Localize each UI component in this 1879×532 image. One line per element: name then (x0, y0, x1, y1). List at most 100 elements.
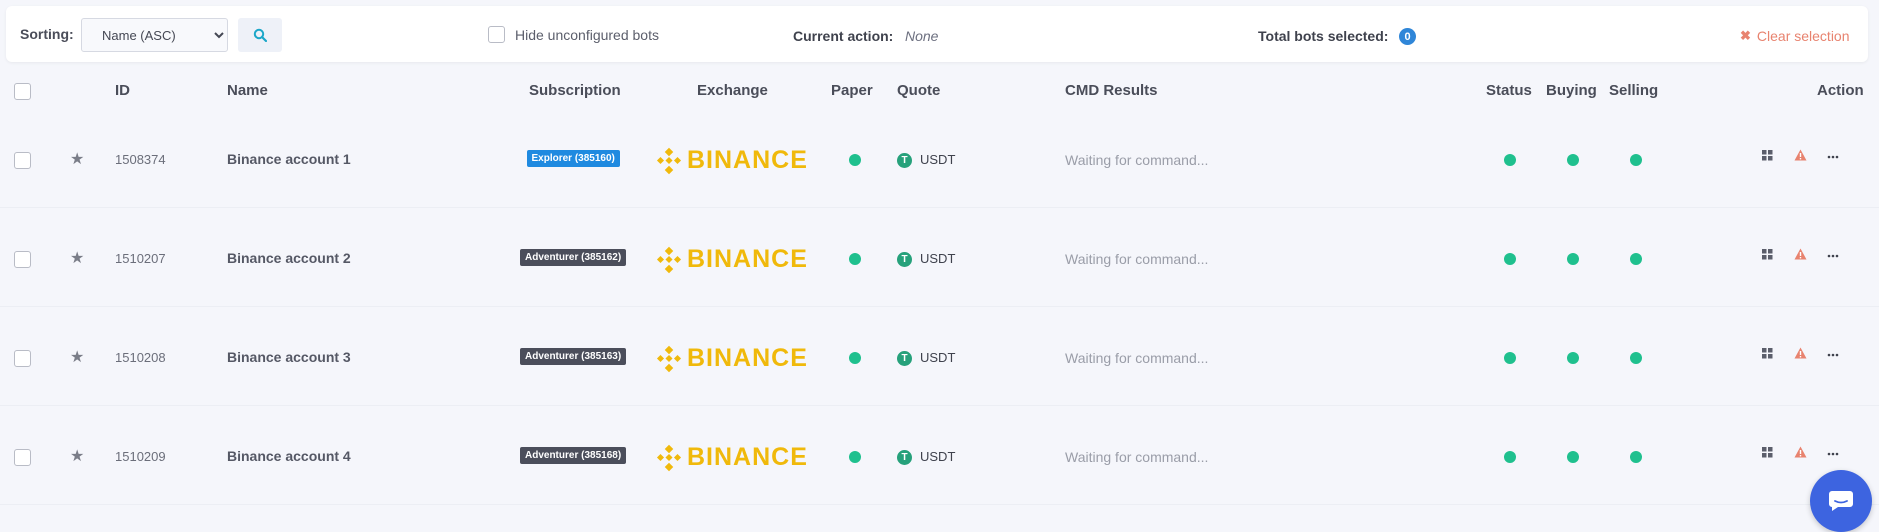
star-icon[interactable]: ★ (70, 446, 84, 466)
grid-icon[interactable] (1762, 150, 1773, 161)
warning-icon[interactable] (1794, 347, 1807, 359)
status-indicator (1504, 253, 1516, 265)
table-row[interactable]: ★ 1510208 Binance account 3 Adventurer (… (0, 308, 1879, 406)
quote-currency: USDT (920, 251, 956, 266)
selling-indicator (1630, 352, 1642, 364)
grid-icon[interactable] (1762, 249, 1773, 260)
paper-indicator (849, 154, 861, 166)
star-icon[interactable]: ★ (70, 347, 84, 367)
exchange-name: BINANCE (687, 443, 808, 471)
status-indicator (1504, 154, 1516, 166)
quote-currency: USDT (920, 152, 956, 167)
row-id: 1508374 (115, 152, 166, 167)
sorting-label: Sorting: (20, 26, 74, 42)
total-selected-label: Total bots selected: (1258, 28, 1389, 44)
cmd-result: Waiting for command... (1065, 350, 1209, 366)
select-all-checkbox[interactable] (14, 83, 31, 100)
selling-indicator (1630, 253, 1642, 265)
tether-icon: T (897, 252, 912, 267)
row-checkbox[interactable] (14, 449, 31, 466)
hide-unconfigured-toggle[interactable]: Hide unconfigured bots (488, 26, 659, 43)
column-header-buying[interactable]: Buying (1546, 82, 1597, 99)
column-header-id[interactable]: ID (115, 82, 130, 99)
warning-icon[interactable] (1794, 248, 1807, 260)
exchange-name: BINANCE (687, 344, 808, 372)
selling-indicator (1630, 451, 1642, 463)
binance-icon (656, 345, 682, 372)
buying-indicator (1567, 352, 1579, 364)
row-id: 1510208 (115, 350, 166, 365)
more-icon[interactable] (1827, 155, 1839, 159)
subscription-badge[interactable]: Adventurer (385162) (520, 249, 627, 266)
search-icon (253, 28, 267, 42)
buying-indicator (1567, 253, 1579, 265)
row-checkbox[interactable] (14, 350, 31, 367)
table-header: ID Name Subscription Exchange Paper Quot… (0, 82, 1879, 102)
tether-icon: T (897, 153, 912, 168)
table-row[interactable]: ★ 1508374 Binance account 1 Explorer (38… (0, 110, 1879, 208)
paper-indicator (849, 352, 861, 364)
current-action-value: None (905, 28, 939, 44)
star-icon[interactable]: ★ (70, 248, 84, 268)
column-header-action: Action (1817, 82, 1864, 99)
selling-indicator (1630, 154, 1642, 166)
row-id: 1510207 (115, 251, 166, 266)
binance-icon (656, 444, 682, 471)
cmd-result: Waiting for command... (1065, 152, 1209, 168)
more-icon[interactable] (1827, 254, 1839, 258)
column-header-cmd-results[interactable]: CMD Results (1065, 82, 1158, 99)
row-name[interactable]: Binance account 4 (227, 448, 351, 464)
cmd-result: Waiting for command... (1065, 251, 1209, 267)
cmd-result: Waiting for command... (1065, 449, 1209, 465)
column-header-exchange[interactable]: Exchange (697, 82, 768, 99)
subscription-badge[interactable]: Explorer (385160) (526, 150, 620, 167)
status-indicator (1504, 451, 1516, 463)
more-icon[interactable] (1827, 452, 1839, 456)
column-header-name[interactable]: Name (227, 82, 268, 99)
more-icon[interactable] (1827, 353, 1839, 357)
column-header-selling[interactable]: Selling (1609, 82, 1658, 99)
chat-button[interactable] (1810, 470, 1872, 532)
exchange-logo: BINANCE (655, 146, 808, 175)
current-action-label: Current action: (793, 28, 894, 44)
row-name[interactable]: Binance account 2 (227, 250, 351, 266)
row-checkbox[interactable] (14, 152, 31, 169)
clear-selection-label: Clear selection (1756, 28, 1850, 44)
close-icon: ✖ (1740, 28, 1751, 43)
clear-selection-button[interactable]: ✖ Clear selection (1740, 28, 1850, 44)
chat-icon (1829, 491, 1853, 511)
subscription-badge[interactable]: Adventurer (385168) (520, 447, 627, 464)
subscription-badge[interactable]: Adventurer (385163) (520, 348, 627, 365)
row-id: 1510209 (115, 449, 166, 464)
column-header-subscription[interactable]: Subscription (529, 82, 621, 99)
buying-indicator (1567, 451, 1579, 463)
grid-icon[interactable] (1762, 447, 1773, 458)
table-row[interactable]: ★ 1510207 Binance account 2 Adventurer (… (0, 209, 1879, 307)
sort-select[interactable]: Name (ASC) (81, 18, 228, 52)
column-header-paper[interactable]: Paper (831, 82, 873, 99)
search-button[interactable] (238, 18, 282, 52)
binance-icon (656, 246, 682, 273)
column-header-quote[interactable]: Quote (897, 82, 940, 99)
quote-currency: USDT (920, 350, 956, 365)
row-name[interactable]: Binance account 3 (227, 349, 351, 365)
row-name[interactable]: Binance account 1 (227, 151, 351, 167)
quote-currency: USDT (920, 449, 956, 464)
toolbar: Sorting: Name (ASC) Hide unconfigured bo… (6, 6, 1868, 62)
row-checkbox[interactable] (14, 251, 31, 268)
total-selected-badge: 0 (1399, 28, 1416, 45)
warning-icon[interactable] (1794, 446, 1807, 458)
hide-unconfigured-checkbox[interactable] (488, 26, 505, 43)
star-icon[interactable]: ★ (70, 149, 84, 169)
exchange-name: BINANCE (687, 245, 808, 273)
paper-indicator (849, 451, 861, 463)
column-header-status[interactable]: Status (1486, 82, 1532, 99)
table-row[interactable]: ★ 1510209 Binance account 4 Adventurer (… (0, 407, 1879, 505)
exchange-name: BINANCE (687, 146, 808, 174)
status-indicator (1504, 352, 1516, 364)
paper-indicator (849, 253, 861, 265)
exchange-logo: BINANCE (655, 344, 808, 373)
warning-icon[interactable] (1794, 149, 1807, 161)
binance-icon (656, 147, 682, 174)
grid-icon[interactable] (1762, 348, 1773, 359)
